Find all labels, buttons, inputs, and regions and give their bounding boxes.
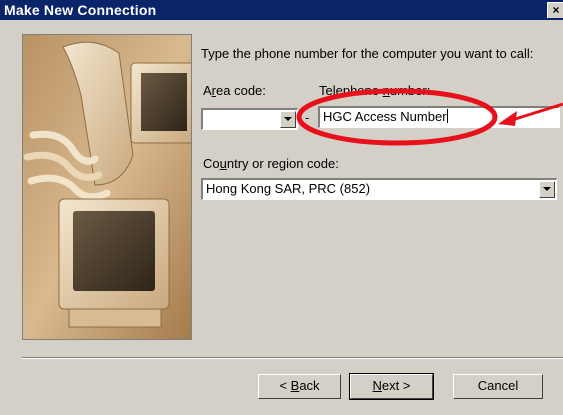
chevron-down-icon[interactable] — [280, 111, 296, 128]
close-icon[interactable]: × — [547, 2, 563, 18]
area-code-select[interactable] — [201, 108, 298, 130]
chevron-down-icon[interactable] — [539, 181, 555, 198]
text-caret — [446, 109, 448, 123]
country-region-label: Country or region code: — [203, 156, 339, 171]
country-region-value: Hong Kong SAR, PRC (852) — [206, 181, 371, 196]
window-title: Make New Connection — [4, 2, 157, 18]
telephone-number-value: HGC Access Number — [323, 109, 447, 124]
telephone-number-input[interactable]: HGC Access Number — [318, 106, 560, 128]
back-button[interactable]: < Back — [258, 374, 341, 399]
country-region-select[interactable]: Hong Kong SAR, PRC (852) — [201, 178, 557, 200]
computer-phone-illustration — [22, 34, 192, 340]
button-separator — [22, 357, 563, 359]
title-bar: Make New Connection × — [0, 0, 563, 20]
area-code-dash: - — [305, 110, 310, 125]
instruction-text: Type the phone number for the computer y… — [201, 46, 534, 61]
telephone-number-label: Telephone number: — [319, 83, 431, 98]
next-button[interactable]: Next > — [349, 373, 434, 400]
area-code-label: Area code: — [203, 83, 266, 98]
cancel-button[interactable]: Cancel — [453, 374, 543, 399]
